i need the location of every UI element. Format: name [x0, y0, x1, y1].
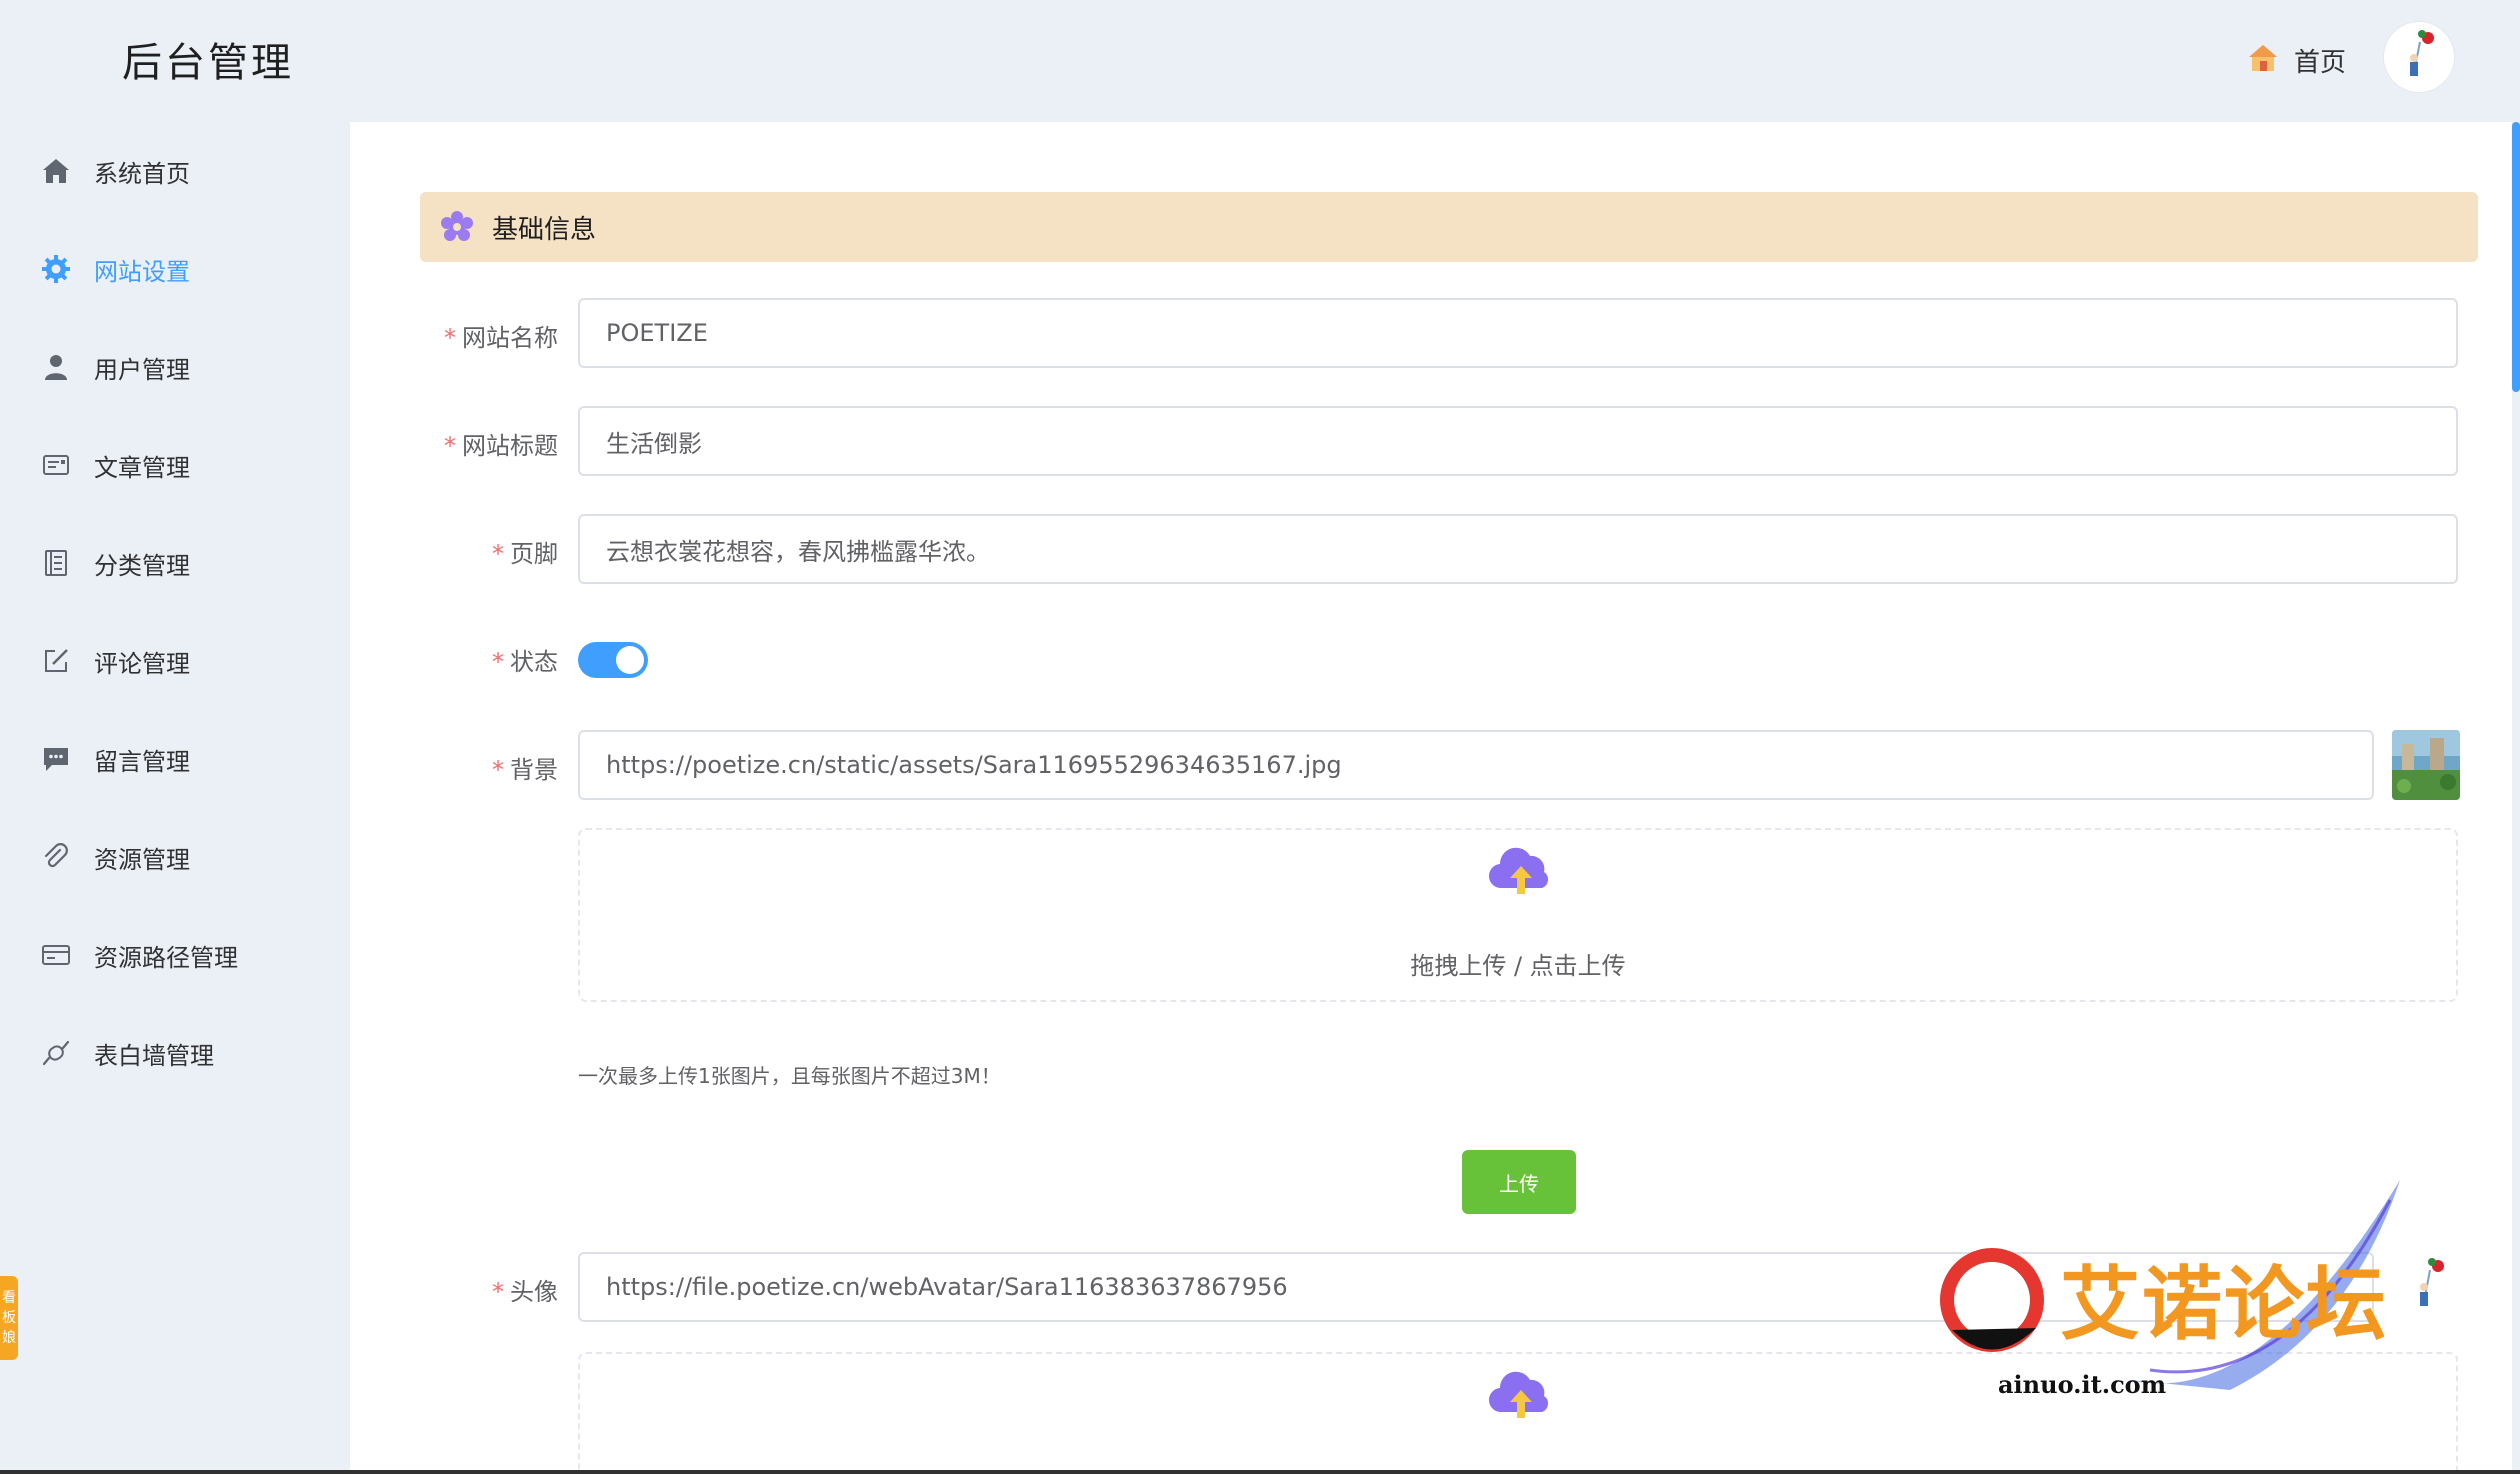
site-title-input[interactable]: 生活倒影: [578, 406, 2458, 476]
sidebar-item-label: 留言管理: [94, 747, 190, 776]
cloud-upload-icon: [1486, 1366, 1556, 1426]
sidebar-item-resources[interactable]: 资源管理: [0, 808, 348, 906]
home-icon: [40, 155, 72, 187]
avatar[interactable]: [2384, 22, 2454, 92]
top-header: 后台管理 首页: [0, 0, 2520, 122]
paperclip-icon: [40, 841, 72, 873]
bottom-border: [0, 1470, 2520, 1474]
background-upload-area[interactable]: 拖拽上传 / 点击上传: [578, 828, 2458, 1002]
sidebar-item-label: 分类管理: [94, 551, 190, 580]
candy-icon: [40, 1037, 72, 1069]
avatar-label: * 头像: [492, 1278, 558, 1306]
section-header: 基础信息: [420, 192, 2478, 262]
sidebar-item-users[interactable]: 用户管理: [0, 318, 348, 416]
sidebar-item-label: 评论管理: [94, 649, 190, 678]
site-name-label: * 网站名称: [444, 324, 558, 352]
upload-tip: 一次最多上传1张图片，且每张图片不超过3M！: [578, 1064, 1001, 1088]
status-label-wrap: * 状态: [350, 622, 558, 692]
sidebar-item-site-settings[interactable]: 网站设置: [0, 220, 348, 318]
sidebar-item-label: 系统首页: [94, 159, 190, 188]
footer-label: * 页脚: [492, 540, 558, 568]
sidebar-item-label: 表白墙管理: [94, 1041, 214, 1070]
sidebar-item-home[interactable]: 系统首页: [0, 122, 348, 220]
edit-icon: [40, 645, 72, 677]
home-house-icon: [2246, 41, 2280, 79]
background-url-input[interactable]: https://poetize.cn/static/assets/Sara116…: [578, 730, 2374, 800]
sidebar-item-articles[interactable]: 文章管理: [0, 416, 348, 514]
status-label: * 状态: [492, 648, 558, 676]
watermark-text: 艾诺论坛: [2060, 1257, 2388, 1351]
avatar-label-wrap: * 头像: [350, 1252, 558, 1322]
cloud-upload-icon: [1486, 842, 1556, 902]
home-link[interactable]: 首页: [2246, 40, 2346, 80]
background-thumbnail[interactable]: [2392, 730, 2460, 800]
toggle-knob: [616, 646, 644, 674]
category-icon: [40, 547, 72, 579]
sidebar-item-resource-paths[interactable]: 资源路径管理: [0, 906, 348, 1004]
sidebar-item-comments[interactable]: 评论管理: [0, 612, 348, 710]
article-icon: [40, 449, 72, 481]
footer-label-wrap: * 页脚: [350, 514, 558, 584]
site-title-label: * 网站标题: [444, 432, 558, 460]
site-name-label-wrap: * 网站名称: [350, 298, 558, 368]
site-name-input[interactable]: POETIZE: [578, 298, 2458, 368]
side-tab-char: 板: [2, 1310, 16, 1326]
scrollbar-thumb[interactable]: [2512, 122, 2520, 392]
background-label: * 背景: [492, 756, 558, 784]
main-scrollbar[interactable]: [2512, 122, 2520, 1474]
sidebar-item-categories[interactable]: 分类管理: [0, 514, 348, 612]
status-toggle[interactable]: [578, 642, 648, 678]
site-title-label-wrap: * 网站标题: [350, 406, 558, 476]
card-icon: [40, 939, 72, 971]
sidebar-item-label: 资源管理: [94, 845, 190, 874]
section-title: 基础信息: [492, 214, 597, 245]
user-icon: [40, 351, 72, 383]
sidebar-item-label: 文章管理: [94, 453, 190, 482]
settings-flower-icon: [440, 210, 474, 244]
side-tab-char: 看: [2, 1290, 16, 1306]
upload-button[interactable]: 上传: [1462, 1150, 1576, 1214]
upload-hint: 拖拽上传 / 点击上传: [1410, 952, 1626, 980]
sidebar-item-messages[interactable]: 留言管理: [0, 710, 348, 808]
sidebar-item-label: 资源路径管理: [94, 943, 238, 972]
sidebar-item-confession-wall[interactable]: 表白墙管理: [0, 1004, 348, 1102]
message-icon: [40, 743, 72, 775]
sidebar-item-label: 网站设置: [94, 257, 190, 286]
watermark-url: ainuo.it.com: [1998, 1370, 2167, 1399]
sidebar-item-label: 用户管理: [94, 355, 190, 384]
home-link-label: 首页: [2294, 47, 2347, 78]
background-label-wrap: * 背景: [350, 730, 558, 800]
gear-icon: [40, 253, 72, 285]
mascot-side-tab[interactable]: 看 板 娘: [0, 1276, 18, 1360]
footer-input[interactable]: 云想衣裳花想容，春风拂槛露华浓。: [578, 514, 2458, 584]
app-title: 后台管理: [122, 40, 294, 86]
watermark: 艾诺论坛 ainuo.it.com: [1930, 1180, 2410, 1420]
side-tab-char: 娘: [2, 1330, 16, 1346]
sidebar: 系统首页 网站设置 用户管理 文章管理 分类管理 评论管理 留言管理 资源管理 …: [0, 122, 348, 1474]
